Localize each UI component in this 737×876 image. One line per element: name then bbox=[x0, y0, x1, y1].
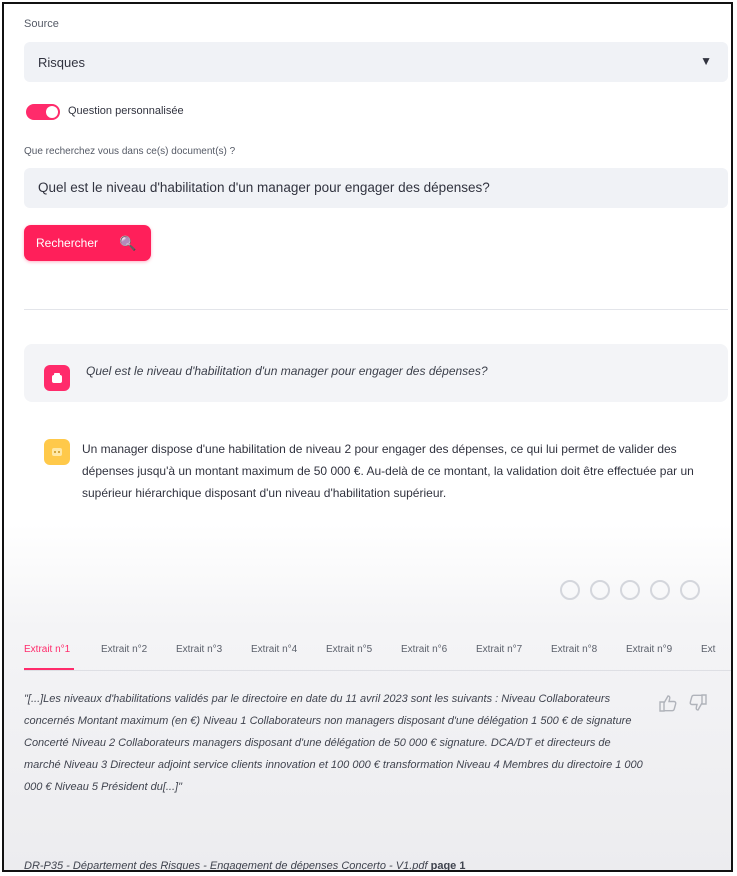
feedback-face-3-icon[interactable] bbox=[620, 580, 640, 600]
assistant-answer: Un manager dispose d'une habilitation de… bbox=[82, 442, 694, 500]
tab-extract-7[interactable]: Extrait n°7 bbox=[476, 644, 522, 655]
feedback-face-5-icon[interactable] bbox=[680, 580, 700, 600]
feedback-face-1-icon[interactable] bbox=[560, 580, 580, 600]
bot-icon bbox=[52, 448, 62, 456]
divider bbox=[24, 309, 728, 310]
tab-extract-1[interactable]: Extrait n°1 bbox=[24, 644, 70, 655]
query-label: Que recherchez vous dans ce(s) document(… bbox=[24, 146, 236, 157]
assistant-avatar bbox=[44, 439, 70, 465]
tab-extract-5[interactable]: Extrait n°5 bbox=[326, 644, 372, 655]
extract-text: "[...]Les niveaux d'habilitations validé… bbox=[24, 693, 643, 793]
source-select[interactable]: Risques ▼ bbox=[24, 42, 728, 82]
tabs-baseline bbox=[24, 670, 731, 671]
search-button[interactable]: Rechercher 🔍 bbox=[24, 225, 151, 261]
extract-source: DR-P35 - Département des Risques - Engag… bbox=[24, 860, 466, 872]
feedback-face-4-icon[interactable] bbox=[650, 580, 670, 600]
chevron-down-icon: ▼ bbox=[700, 54, 712, 68]
user-avatar bbox=[44, 365, 70, 391]
source-file-name: DR-P35 - Département des Risques - Engag… bbox=[24, 860, 428, 872]
custom-question-label: Question personnalisée bbox=[68, 105, 184, 117]
user-message: Quel est le niveau d'habilitation d'un m… bbox=[24, 344, 728, 402]
tab-extract-3[interactable]: Extrait n°3 bbox=[176, 644, 222, 655]
tab-extract-8[interactable]: Extrait n°8 bbox=[551, 644, 597, 655]
query-input[interactable]: Quel est le niveau d'habilitation d'un m… bbox=[24, 168, 728, 208]
tab-extract-2[interactable]: Extrait n°2 bbox=[101, 644, 147, 655]
tab-extract-9[interactable]: Extrait n°9 bbox=[626, 644, 672, 655]
user-icon bbox=[52, 373, 62, 383]
source-selected-value: Risques bbox=[38, 55, 85, 70]
tab-extract-10[interactable]: Ext bbox=[701, 644, 715, 655]
user-question-text: Quel est le niveau d'habilitation d'un m… bbox=[86, 364, 488, 378]
thumbs-down-icon[interactable] bbox=[688, 694, 708, 712]
tab-extract-6[interactable]: Extrait n°6 bbox=[401, 644, 447, 655]
thumbs-up-icon[interactable] bbox=[658, 694, 678, 712]
source-label: Source bbox=[24, 18, 59, 30]
search-button-label: Rechercher bbox=[36, 236, 99, 250]
app-frame: Source Risques ▼ Question personnalisée … bbox=[2, 2, 733, 872]
magnifier-icon: 🔍 bbox=[119, 235, 137, 251]
feedback-face-2-icon[interactable] bbox=[590, 580, 610, 600]
source-page: page 1 bbox=[430, 860, 466, 872]
toggle-knob bbox=[46, 106, 58, 118]
tab-extract-4[interactable]: Extrait n°4 bbox=[251, 644, 297, 655]
custom-question-toggle[interactable] bbox=[26, 104, 60, 120]
extract-tabs: Extrait n°1 Extrait n°2 Extrait n°3 Extr… bbox=[24, 644, 731, 670]
